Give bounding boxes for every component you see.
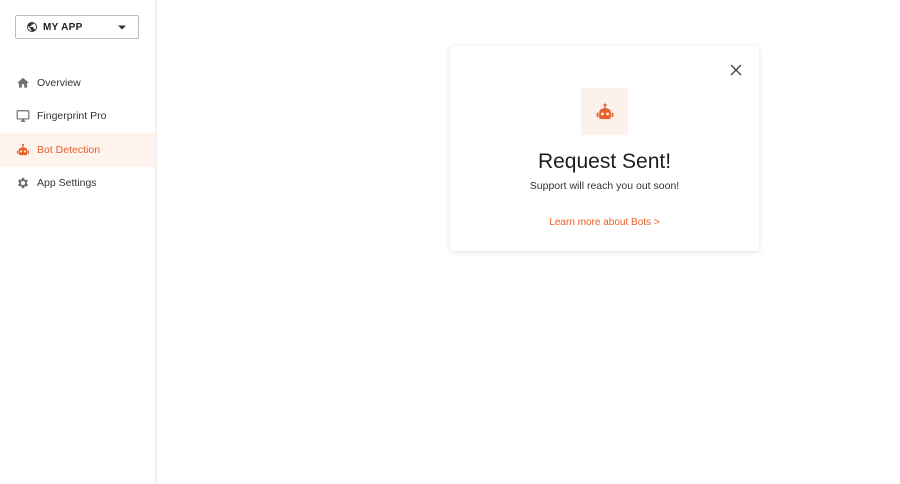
sidebar-item-fingerprint-pro[interactable]: Fingerprint Pro [0,100,155,134]
sidebar-nav: Overview Fingerprint Pro Bot Detection A… [0,66,155,200]
home-icon [16,76,30,90]
close-icon[interactable] [730,63,742,76]
learn-more-link[interactable]: Learn more about Bots > [450,217,759,228]
request-sent-modal: Request Sent! Support will reach you out… [450,46,759,251]
sidebar-item-label: Fingerprint Pro [37,110,107,123]
globe-icon [25,20,39,34]
sidebar: MY APP Overview Fingerprint Pro Bot Dete… [0,0,156,484]
modal-title: Request Sent! [537,150,672,173]
robot-icon [16,143,30,157]
gear-icon [16,176,30,190]
app-selector-label: MY APP [43,21,83,33]
robot-icon [596,103,613,119]
modal-subtitle: Support will reach you out soon! [529,180,680,192]
monitor-icon [16,109,30,123]
sidebar-item-label: Overview [37,76,81,89]
sidebar-item-overview[interactable]: Overview [0,66,155,100]
sidebar-item-app-settings[interactable]: App Settings [0,167,155,201]
sidebar-item-bot-detection[interactable]: Bot Detection [0,133,155,167]
sidebar-item-label: Bot Detection [37,143,101,156]
sidebar-item-label: App Settings [37,177,97,190]
app-selector[interactable]: MY APP [15,15,139,39]
bot-icon-badge [581,88,628,135]
caret-down-icon [116,21,128,33]
